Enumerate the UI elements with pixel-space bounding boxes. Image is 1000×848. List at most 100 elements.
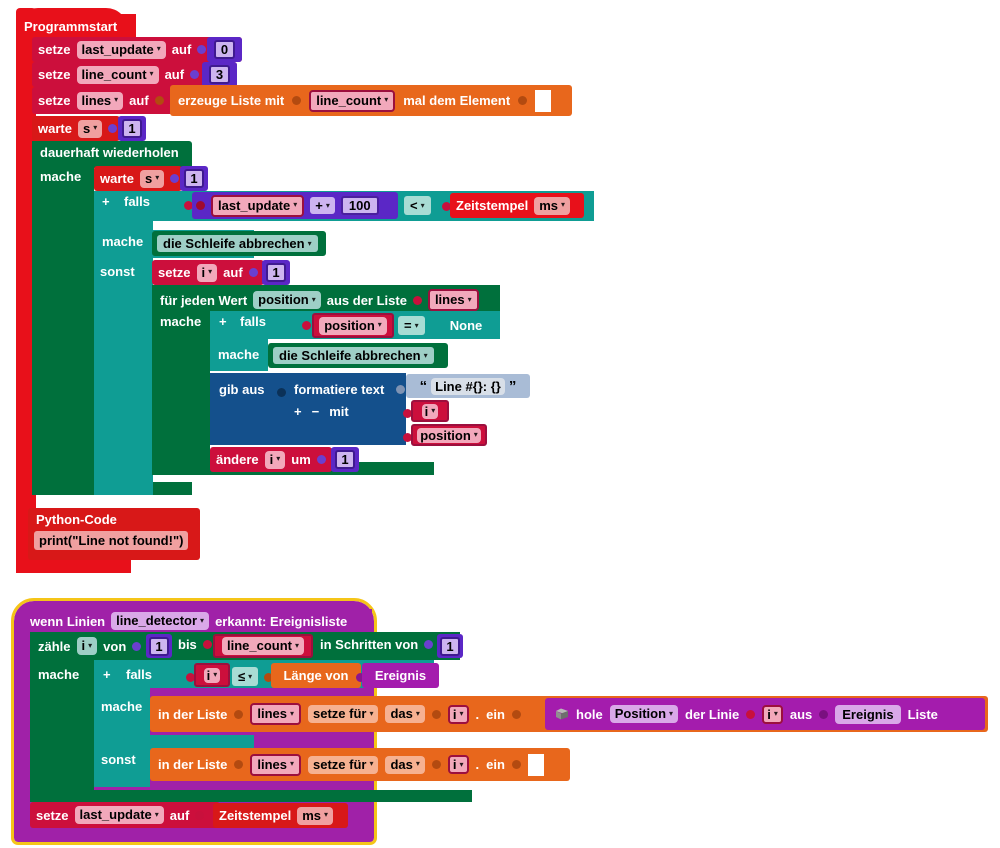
quote-open: “: [419, 377, 428, 395]
action-dropdown-setze-fuer[interactable]: setze für ▾: [308, 705, 379, 723]
inner-if-mutator-plus[interactable]: +: [219, 314, 227, 329]
change-i-block[interactable]: ändere i ▾ um: [210, 447, 332, 472]
number-value[interactable]: 1: [335, 450, 355, 469]
variable-dropdown-position[interactable]: position ▾: [319, 316, 387, 335]
set-last-update-timestamp-block[interactable]: setze last_update ▾ auf: [30, 802, 220, 828]
variable-dropdown-i[interactable]: i ▾: [76, 637, 98, 655]
format-text-mutators[interactable]: + − mit: [294, 404, 349, 419]
number-value-100[interactable]: 100: [340, 196, 379, 215]
variable-dropdown-i[interactable]: i ▾: [203, 667, 221, 683]
variable-dropdown-last-update[interactable]: last_update ▾: [211, 194, 305, 217]
wait-block-1[interactable]: warte s ▾: [32, 116, 120, 141]
length-of-block[interactable]: Länge von: [271, 663, 361, 688]
math-arithmetic-block[interactable]: last_update ▾ + ▾ 100: [192, 192, 398, 219]
variable-dropdown-lines[interactable]: lines ▾: [427, 289, 479, 311]
break-block-2[interactable]: die Schleife abbrechen ▾: [268, 343, 448, 368]
format-arg-i-block[interactable]: i ▾: [411, 400, 449, 422]
variable-dropdown-last-update[interactable]: last_update ▾: [76, 40, 166, 59]
forever-loop-header-label: dauerhaft wiederholen: [40, 145, 179, 160]
none-block[interactable]: None: [432, 313, 500, 338]
break-block-1[interactable]: die Schleife abbrechen ▾: [152, 231, 326, 256]
variable-dropdown-i[interactable]: i ▾: [264, 450, 286, 469]
program-start-hat[interactable]: Programmstart: [16, 14, 136, 38]
count-loop-do-label: mache: [38, 667, 80, 682]
number-value[interactable]: 1: [266, 263, 286, 282]
count-loop-foot: [30, 790, 472, 802]
variable-dropdown-lines[interactable]: lines ▾: [76, 91, 124, 110]
set-lines-block[interactable]: setze lines ▾ auf: [32, 87, 174, 114]
variable-dropdown-lines[interactable]: lines ▾: [250, 753, 301, 776]
position-variable-block[interactable]: position ▾: [312, 313, 394, 338]
ereignis-block[interactable]: Ereignis: [362, 663, 439, 688]
auf-label: auf: [129, 93, 149, 108]
if-mutator-plus[interactable]: +: [102, 194, 110, 209]
number-value[interactable]: 1: [184, 169, 204, 188]
mode-dropdown-das[interactable]: das ▾: [385, 705, 425, 723]
mutator-minus[interactable]: −: [312, 404, 320, 419]
set-i-block[interactable]: setze i ▾ auf: [152, 260, 264, 285]
variable-dropdown-i[interactable]: i ▾: [447, 704, 469, 724]
variable-dropdown-last-update[interactable]: last_update ▾: [74, 806, 164, 824]
break-dropdown[interactable]: die Schleife abbrechen ▾: [273, 347, 434, 364]
device-dropdown-line-detector[interactable]: line_detector ▾: [111, 612, 210, 630]
empty-value-socket[interactable]: [527, 753, 544, 776]
number-value[interactable]: 3: [208, 65, 231, 84]
number-value[interactable]: 1: [149, 636, 169, 656]
number-block-wait1[interactable]: 1: [118, 116, 146, 141]
event-hat-block[interactable]: wenn Linien line_detector ▾ erkannt: Erei…: [22, 609, 372, 633]
variable-dropdown-position[interactable]: position ▾: [253, 291, 321, 309]
variable-dropdown-i[interactable]: i ▾: [762, 704, 783, 724]
number-value[interactable]: 1: [440, 636, 460, 656]
count-loop-spine: [30, 632, 94, 797]
timestamp-block-2[interactable]: Zeitstempel ms ▾: [213, 803, 348, 828]
number-block-i1[interactable]: 1: [262, 260, 290, 285]
timestamp-block[interactable]: Zeitstempel ms ▾: [450, 193, 584, 218]
mutator-plus[interactable]: +: [294, 404, 302, 419]
text-literal-value[interactable]: Line #{}: {}: [431, 377, 505, 395]
cube-icon: [555, 707, 569, 721]
number-value[interactable]: 0: [213, 40, 236, 59]
unit-dropdown-s[interactable]: s ▾: [139, 169, 165, 188]
variable-dropdown-line-count[interactable]: line_count ▾: [309, 89, 396, 112]
operator-dropdown-plus[interactable]: + ▾: [310, 197, 335, 214]
number-block-change[interactable]: 1: [331, 447, 359, 472]
wait-block-2[interactable]: warte s ▾: [94, 166, 182, 191]
event-comparator-dropdown-le[interactable]: ≤ ▾: [232, 667, 259, 686]
event-cond-i-block[interactable]: i ▾: [194, 663, 230, 687]
source-ereignis[interactable]: Ereignis: [835, 704, 901, 724]
variable-dropdown-position[interactable]: position ▾: [417, 427, 481, 443]
list-set-block-else[interactable]: in der Liste lines ▾ setze für ▾ das ▾ i ▾ .…: [150, 748, 570, 781]
create-list-repeat-block[interactable]: erzeuge Liste mit line_count ▾ mal dem El…: [170, 85, 572, 116]
variable-dropdown-i[interactable]: i ▾: [196, 263, 218, 282]
number-value[interactable]: 1: [122, 119, 142, 138]
variable-dropdown-i[interactable]: i ▾: [447, 755, 469, 774]
count-to-variable-block[interactable]: line_count ▾: [213, 634, 313, 658]
number-block-0[interactable]: 0: [207, 37, 242, 62]
variable-dropdown-lines[interactable]: lines ▾: [250, 703, 301, 725]
text-literal-block[interactable]: “ Line #{}: {} ”: [406, 374, 530, 398]
count-from-value[interactable]: 1: [146, 634, 172, 658]
python-code-value[interactable]: print("Line not found!"): [34, 531, 189, 550]
get-line-position-block[interactable]: hole Position ▾ der Linie i ▾ aus Ereignis…: [545, 698, 985, 730]
break-dropdown[interactable]: die Schleife abbrechen ▾: [157, 235, 318, 252]
number-block-wait2[interactable]: 1: [180, 166, 208, 191]
unit-dropdown-ms[interactable]: ms ▾: [534, 196, 571, 215]
action-dropdown-setze-fuer[interactable]: setze für ▾: [308, 755, 379, 774]
mode-dropdown-das[interactable]: das ▾: [385, 755, 425, 774]
unit-dropdown-s[interactable]: s ▾: [77, 119, 103, 138]
count-step-value[interactable]: 1: [437, 634, 463, 658]
number-block-3[interactable]: 3: [202, 62, 237, 87]
event-if-mutator-plus[interactable]: +: [103, 667, 111, 682]
variable-dropdown-i[interactable]: i ▾: [421, 403, 439, 419]
variable-dropdown-line-count[interactable]: line_count ▾: [76, 65, 159, 84]
format-arg-position-block[interactable]: position ▾: [411, 424, 487, 446]
foreach-row: für jeden Wert position ▾ aus der Liste l…: [160, 289, 479, 311]
empty-value-socket[interactable]: [535, 89, 552, 112]
variable-dropdown-line-count[interactable]: line_count ▾: [221, 637, 305, 655]
comparator-dropdown-lt[interactable]: < ▾: [404, 196, 431, 215]
with-label: mit: [329, 404, 349, 419]
python-code-field[interactable]: print("Line not found!"): [34, 531, 189, 550]
unit-dropdown-ms[interactable]: ms ▾: [297, 806, 334, 825]
property-dropdown-position[interactable]: Position ▾: [609, 705, 679, 723]
inner-comparator-dropdown-eq[interactable]: = ▾: [398, 316, 425, 335]
